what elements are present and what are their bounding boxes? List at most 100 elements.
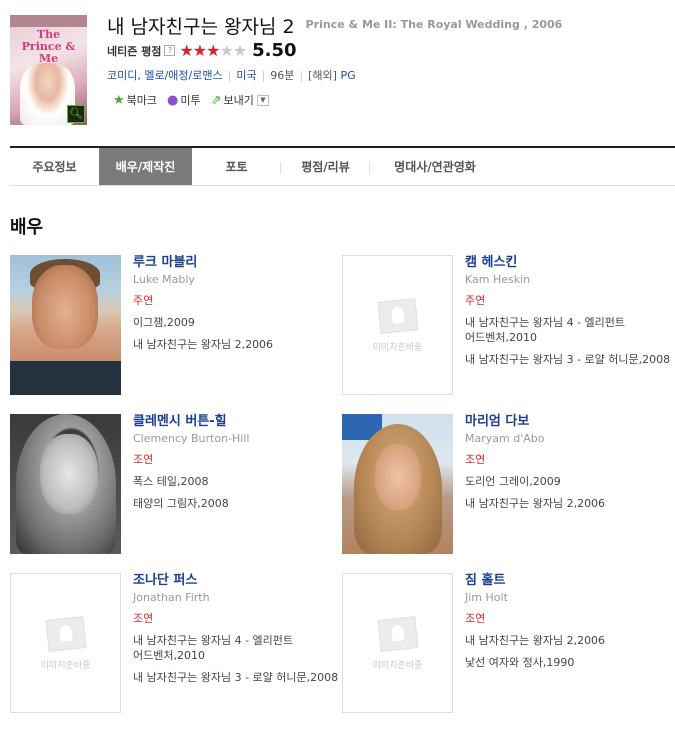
filmography-item[interactable]: 내 남자친구는 왕자님 3 - 로얄 허니문,2008 (465, 352, 675, 367)
filmography-item[interactable]: 내 남자친구는 왕자님 2,2006 (465, 633, 675, 648)
me2-label: 미투 (180, 94, 201, 107)
person-photo[interactable] (10, 414, 121, 554)
divider: | (299, 68, 304, 82)
person-placeholder-icon (377, 298, 419, 334)
tab-cast-crew[interactable]: 배우/제작진 (99, 148, 192, 185)
person-info: 루크 마블리 Luke Mably 주연 이그잼,2009 내 남자친구는 왕자… (133, 255, 343, 359)
person-name[interactable]: 클레멘시 버튼-힐 (133, 414, 343, 429)
tab-label: 명대사/연관영화 (394, 160, 476, 174)
person-photo[interactable] (342, 414, 453, 554)
person-role: 조연 (133, 453, 154, 466)
me2day-icon: ● (167, 92, 179, 108)
rating-row: 네티즌 평점 ? ★★★★★ 5.50 (107, 40, 297, 61)
tab-label: 주요정보 (32, 160, 77, 174)
photo-face (375, 444, 421, 510)
poster-title: The Prince & Me (21, 28, 76, 65)
person-name[interactable]: 마리엄 다보 (465, 414, 675, 429)
person-info: 조나단 퍼스 Jonathan Firth 조연 내 남자친구는 왕자님 4 -… (133, 573, 343, 692)
me2-button[interactable]: ● 미투 (167, 92, 201, 108)
filmography-item[interactable]: 내 남자친구는 왕자님 2,2006 (465, 496, 675, 511)
person-works: 도리언 그레이,2009 내 남자친구는 왕자님 2,2006 (465, 474, 675, 511)
filmography-item[interactable]: 폭스 테일,2008 (133, 474, 343, 489)
zoom-icon[interactable]: 🔍︎ (67, 105, 85, 123)
person-name-english: Clemency Burton-Hill (133, 432, 250, 445)
bookmark-icon: ★ (113, 92, 125, 108)
person-name[interactable]: 루크 마블리 (133, 255, 343, 270)
person-works: 내 남자친구는 왕자님 2,2006 낯선 여자와 정사,1990 (465, 633, 675, 670)
grade-link[interactable]: PG (340, 69, 355, 82)
person-info: 캠 헤스킨 Kam Heskin 주연 내 남자친구는 왕자님 4 - 엘리펀트… (465, 255, 675, 374)
person-name-english: Kam Heskin (465, 273, 531, 286)
tab-reviews[interactable]: 평점/리뷰 (281, 148, 370, 185)
filmography-item[interactable]: 이그잼,2009 (133, 315, 343, 330)
filmography-item[interactable]: 낯선 여자와 정사,1990 (465, 655, 675, 670)
filmography-item[interactable]: 내 남자친구는 왕자님 2,2006 (133, 337, 343, 352)
person-photo-placeholder[interactable]: 이미지준비중 (342, 255, 453, 395)
tab-quotes-related[interactable]: 명대사/연관영화 (370, 148, 500, 185)
person-name[interactable]: 짐 홀트 (465, 573, 675, 588)
genre-link[interactable]: 코미디, 멜로/애정/로맨스 (107, 67, 223, 83)
tab-bar: 주요정보 배우/제작진 포토 평점/리뷰 명대사/연관영화 (10, 146, 675, 186)
star-icon: ★ (192, 41, 207, 60)
person-works: 폭스 테일,2008 태양의 그림자,2008 (133, 474, 343, 511)
photo-face (40, 434, 98, 514)
person-info: 마리엄 다보 Maryam d'Abo 조연 도리언 그레이,2009 내 남자… (465, 414, 675, 518)
person-card: 이미지준비중 조나단 퍼스 Jonathan Firth 조연 내 남자친구는 … (10, 573, 338, 713)
person-role: 주연 (133, 294, 154, 307)
divider: | (261, 68, 266, 82)
country-link[interactable]: 미국 (236, 67, 256, 83)
person-card: 루크 마블리 Luke Mably 주연 이그잼,2009 내 남자친구는 왕자… (10, 255, 330, 395)
runtime: 96분 (270, 69, 295, 82)
share-icon: ⇗ (210, 92, 222, 108)
filmography-item[interactable]: 도리언 그레이,2009 (465, 474, 675, 489)
photo-face (32, 265, 98, 349)
bookmark-button[interactable]: ★ 북마크 (113, 92, 157, 108)
filmography-item[interactable]: 내 남자친구는 왕자님 4 - 엘리펀트 어드벤처,2010 (465, 315, 675, 345)
person-placeholder-icon (45, 616, 87, 652)
tab-main-info[interactable]: 주요정보 (10, 148, 99, 185)
placeholder-text: 이미지준비중 (372, 661, 423, 671)
person-card: 이미지준비중 짐 홀트 Jim Holt 조연 내 남자친구는 왕자님 2,20… (342, 573, 662, 713)
chevron-down-icon[interactable]: ▼ (256, 94, 269, 106)
release-info: [해외] (308, 69, 337, 82)
person-card: 클레멘시 버튼-힐 Clemency Burton-Hill 조연 폭스 테일,… (10, 414, 330, 554)
tab-label: 평점/리뷰 (301, 160, 350, 174)
tab-label: 포토 (225, 160, 248, 174)
person-photo[interactable] (10, 255, 121, 395)
person-name-english: Luke Mably (133, 273, 195, 286)
movie-title-line: 내 남자친구는 왕자님 2 Prince & Me II: The Royal … (107, 12, 562, 39)
person-name[interactable]: 조나단 퍼스 (133, 573, 343, 588)
send-button[interactable]: ⇗ 보내기 ▼ (211, 92, 269, 108)
tab-photo[interactable]: 포토 (192, 148, 281, 185)
person-role: 조연 (133, 612, 154, 625)
person-card: 마리엄 다보 Maryam d'Abo 조연 도리언 그레이,2009 내 남자… (342, 414, 662, 554)
movie-poster[interactable]: The Prince & Me 🔍︎ (10, 15, 87, 125)
person-photo-placeholder[interactable]: 이미지준비중 (342, 573, 453, 713)
action-bar: ★ 북마크 ● 미투 ⇗ 보내기 ▼ (113, 92, 279, 108)
placeholder-text: 이미지준비중 (40, 661, 91, 671)
tab-label: 배우/제작진 (115, 160, 176, 174)
person-works: 내 남자친구는 왕자님 4 - 엘리펀트 어드벤처,2010 내 남자친구는 왕… (465, 315, 675, 367)
divider: | (227, 68, 232, 82)
filmography-item[interactable]: 내 남자친구는 왕자님 4 - 엘리펀트 어드벤처,2010 (133, 633, 343, 663)
filmography-item[interactable]: 태양의 그림자,2008 (133, 496, 343, 511)
person-placeholder-icon (377, 616, 419, 652)
person-photo-placeholder[interactable]: 이미지준비중 (10, 573, 121, 713)
person-name-english: Jonathan Firth (133, 591, 210, 604)
photo-shirt (10, 361, 121, 395)
person-works: 내 남자친구는 왕자님 4 - 엘리펀트 어드벤처,2010 내 남자친구는 왕… (133, 633, 343, 685)
placeholder-text: 이미지준비중 (372, 343, 423, 353)
bookmark-label: 북마크 (126, 94, 158, 107)
rating-label: 네티즌 평점 (107, 44, 162, 58)
person-name[interactable]: 캠 헤스킨 (465, 255, 675, 270)
star-empty-icon: ★ (232, 41, 247, 60)
help-icon[interactable]: ? (164, 45, 176, 56)
movie-title-english: Prince & Me II: The Royal Wedding , 2006 (305, 18, 563, 31)
section-title: 배우 (10, 217, 44, 238)
filmography-item[interactable]: 내 남자친구는 왕자님 3 - 로얄 허니문,2008 (133, 670, 343, 685)
star-empty-icon: ★ (219, 41, 233, 60)
rating-stars: ★★★★★ (179, 41, 247, 60)
star-icon: ★ (206, 41, 220, 60)
person-works: 이그잼,2009 내 남자친구는 왕자님 2,2006 (133, 315, 343, 352)
movie-meta: 코미디, 멜로/애정/로맨스 | 미국 | 96분 | [해외] PG (107, 67, 356, 83)
